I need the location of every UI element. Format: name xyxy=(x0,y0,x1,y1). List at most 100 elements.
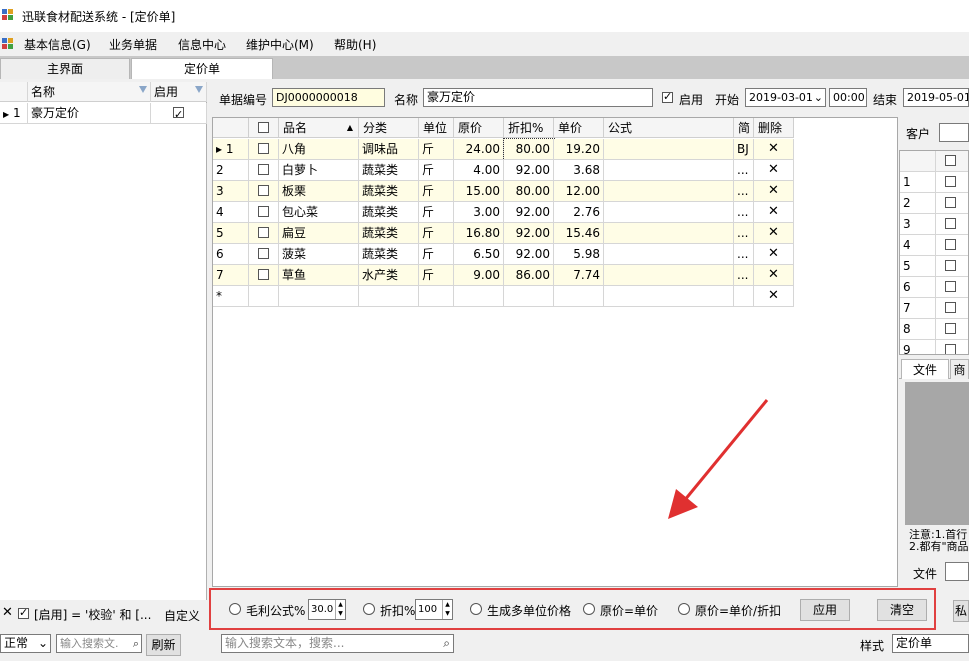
item-discount[interactable]: 92.00 xyxy=(504,223,554,244)
doc-no-field[interactable]: DJ0000000018 xyxy=(272,88,385,107)
customer-select-all-checkbox[interactable] xyxy=(945,155,956,166)
customer-row-checkbox[interactable] xyxy=(945,302,956,313)
stepper-arrows-icon[interactable]: ▲ ▼ xyxy=(335,600,345,619)
customer-row-index[interactable]: 4 xyxy=(900,235,936,256)
customer-row-checkbox[interactable] xyxy=(945,260,956,271)
grid-header-delete[interactable]: 删除 xyxy=(754,118,794,138)
end-date-picker[interactable]: 2019-05-01 xyxy=(903,88,969,107)
menu-info-center[interactable]: 信息中心 xyxy=(178,36,226,53)
delete-icon[interactable]: ✕ xyxy=(754,160,794,181)
enabled-checkbox[interactable] xyxy=(173,105,184,123)
item-formula[interactable] xyxy=(604,139,734,160)
item-category[interactable]: 水产类 xyxy=(359,265,419,286)
item-category[interactable]: 蔬菜类 xyxy=(359,223,419,244)
delete-icon[interactable]: ✕ xyxy=(754,244,794,265)
customer-row-checkbox[interactable] xyxy=(945,218,956,229)
item-discount[interactable]: 92.00 xyxy=(504,202,554,223)
item-formula[interactable] xyxy=(604,223,734,244)
row-checkbox[interactable] xyxy=(258,164,269,175)
menu-basic-info[interactable]: 基本信息(G) xyxy=(24,36,91,53)
item-name[interactable]: 扁豆 xyxy=(279,223,359,244)
item-orig-price[interactable]: 24.00 xyxy=(454,139,504,160)
grid-header-formula[interactable]: 公式 xyxy=(604,118,734,138)
grid-header-abbr[interactable]: 简 xyxy=(734,118,754,138)
row-checkbox-cell[interactable] xyxy=(249,139,279,160)
filter-checkbox[interactable] xyxy=(18,606,29,619)
row-checkbox-cell[interactable] xyxy=(249,265,279,286)
item-orig-price[interactable]: 3.00 xyxy=(454,202,504,223)
customer-row-index[interactable]: 3 xyxy=(900,214,936,235)
new-row-marker[interactable]: * xyxy=(213,286,249,307)
delete-icon[interactable]: ✕ xyxy=(754,139,794,160)
name-field[interactable]: 豪万定价 xyxy=(423,88,653,107)
grid-header-unit[interactable]: 单位 xyxy=(419,118,454,138)
customer-row-checkbox-cell[interactable] xyxy=(936,193,968,214)
row-checkbox[interactable] xyxy=(258,248,269,259)
item-orig-price[interactable]: 15.00 xyxy=(454,181,504,202)
list-item[interactable]: ▶ 1 豪万定价 xyxy=(0,103,207,124)
new-row-cell[interactable] xyxy=(279,286,359,307)
row-checkbox-cell[interactable] xyxy=(249,181,279,202)
status-select[interactable]: 正常 ⌄ xyxy=(0,634,51,653)
item-name[interactable]: 草鱼 xyxy=(279,265,359,286)
item-abbr[interactable]: ... xyxy=(734,244,754,265)
new-row-cell[interactable] xyxy=(249,286,279,307)
extra-button[interactable]: 私 xyxy=(953,600,969,622)
item-formula[interactable] xyxy=(604,160,734,181)
item-name[interactable]: 包心菜 xyxy=(279,202,359,223)
row-checkbox-cell[interactable] xyxy=(249,244,279,265)
item-orig-price[interactable]: 4.00 xyxy=(454,160,504,181)
grid-search-input[interactable]: 输入搜索文本，搜索... ⌕ xyxy=(221,634,454,653)
item-category[interactable]: 蔬菜类 xyxy=(359,244,419,265)
row-checkbox-cell[interactable] xyxy=(249,223,279,244)
grid-header-price[interactable]: 单价 xyxy=(554,118,604,138)
search-icon[interactable]: ⌕ xyxy=(133,635,139,652)
mdi-icon[interactable] xyxy=(2,38,14,50)
list-item-enabled[interactable] xyxy=(151,103,207,123)
row-checkbox[interactable] xyxy=(258,143,269,154)
item-abbr[interactable]: ... xyxy=(734,181,754,202)
chevron-down-icon[interactable]: ⌄ xyxy=(814,89,823,106)
menu-maintenance[interactable]: 维护中心(M) xyxy=(246,36,314,53)
list-header-enabled[interactable]: 启用 xyxy=(151,82,207,102)
customer-row-index[interactable]: 8 xyxy=(900,319,936,340)
item-category[interactable]: 蔬菜类 xyxy=(359,181,419,202)
customer-grid-header-select[interactable] xyxy=(936,151,968,172)
customer-row-checkbox-cell[interactable] xyxy=(936,214,968,235)
row-index[interactable]: 3 xyxy=(213,181,249,202)
customer-row-index[interactable]: 7 xyxy=(900,298,936,319)
new-row-cell[interactable] xyxy=(554,286,604,307)
item-category[interactable]: 蔬菜类 xyxy=(359,202,419,223)
grid-header-category[interactable]: 分类 xyxy=(359,118,419,138)
item-formula[interactable] xyxy=(604,265,734,286)
row-index[interactable]: 2 xyxy=(213,160,249,181)
discount-stepper[interactable]: 100 ▲ ▼ xyxy=(415,599,453,620)
delete-icon[interactable]: ✕ xyxy=(754,265,794,286)
item-orig-price[interactable]: 9.00 xyxy=(454,265,504,286)
item-price[interactable]: 12.00 xyxy=(554,181,604,202)
row-index[interactable]: 6 xyxy=(213,244,249,265)
customer-row-checkbox-cell[interactable] xyxy=(936,235,968,256)
customer-row-index[interactable]: 2 xyxy=(900,193,936,214)
grid-header-name[interactable]: 品名 ▲ xyxy=(279,118,359,138)
stepper-arrows-icon[interactable]: ▲ ▼ xyxy=(442,600,452,619)
clear-filter-icon[interactable]: ✕ xyxy=(2,605,13,620)
new-row-cell[interactable] xyxy=(504,286,554,307)
row-checkbox[interactable] xyxy=(258,227,269,238)
item-price[interactable]: 2.76 xyxy=(554,202,604,223)
customer-row-checkbox[interactable] xyxy=(945,176,956,187)
row-index[interactable]: ▸ 1 xyxy=(213,139,249,160)
item-unit[interactable]: 斤 xyxy=(419,181,454,202)
customer-row-checkbox-cell[interactable] xyxy=(936,277,968,298)
customize-filter-link[interactable]: 自定义 xyxy=(164,607,200,624)
new-row-cell[interactable] xyxy=(359,286,419,307)
item-orig-price[interactable]: 6.50 xyxy=(454,244,504,265)
search-icon[interactable]: ⌕ xyxy=(443,635,450,652)
customer-row-checkbox[interactable] xyxy=(945,281,956,292)
delete-icon[interactable]: ✕ xyxy=(754,286,794,307)
multi-unit-radio[interactable] xyxy=(470,603,482,615)
row-index[interactable]: 5 xyxy=(213,223,249,244)
item-abbr[interactable]: BJ xyxy=(734,139,754,160)
customer-row-checkbox-cell[interactable] xyxy=(936,319,968,340)
item-formula[interactable] xyxy=(604,202,734,223)
